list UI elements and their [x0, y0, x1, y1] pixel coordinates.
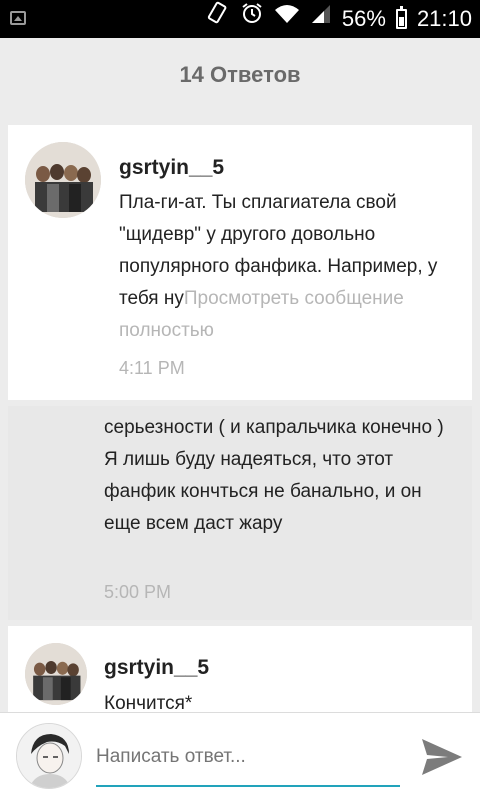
send-icon [422, 739, 462, 775]
comment-card[interactable]: gsrtyin__5 Кончится* [8, 626, 472, 716]
rotate-icon [206, 0, 230, 38]
comment-author[interactable]: gsrtyin__5 [104, 656, 209, 680]
battery-percent: 56% [341, 6, 386, 31]
status-bar: 56% 21:10 [0, 0, 480, 38]
comment-time: 5:00 PM [104, 582, 172, 602]
avatar[interactable] [25, 643, 87, 705]
gallery-notification-icon [10, 11, 26, 25]
status-icons: 56% 21:10 [206, 0, 472, 38]
reply-input[interactable] [96, 743, 398, 771]
status-time: 21:10 [416, 6, 472, 31]
comment-text: серьезности ( и капральчика конечно ) Я … [104, 417, 444, 534]
replies-count-title: 14 Ответов [179, 62, 301, 87]
comment-card[interactable]: gsrtyin__5 Пла-ги-ат. Ты сплагиатела сво… [8, 125, 472, 400]
avatar[interactable] [25, 142, 101, 218]
comment-author[interactable]: gsrtyin__5 [119, 156, 224, 180]
send-button[interactable] [418, 735, 466, 779]
alarm-icon [240, 0, 264, 38]
reply-input-underline [96, 785, 400, 787]
signal-icon [310, 0, 332, 38]
wifi-icon [274, 0, 300, 38]
comment-text: Пла-ги-ат. Ты сплагиатела свой "щидевр" … [119, 187, 464, 347]
comment-card[interactable]: серьезности ( и капральчика конечно ) Я … [8, 406, 472, 620]
reply-bar [0, 712, 480, 801]
user-avatar[interactable] [16, 723, 82, 789]
battery-icon [395, 6, 407, 29]
comment-time: 4:11 PM [119, 358, 185, 378]
